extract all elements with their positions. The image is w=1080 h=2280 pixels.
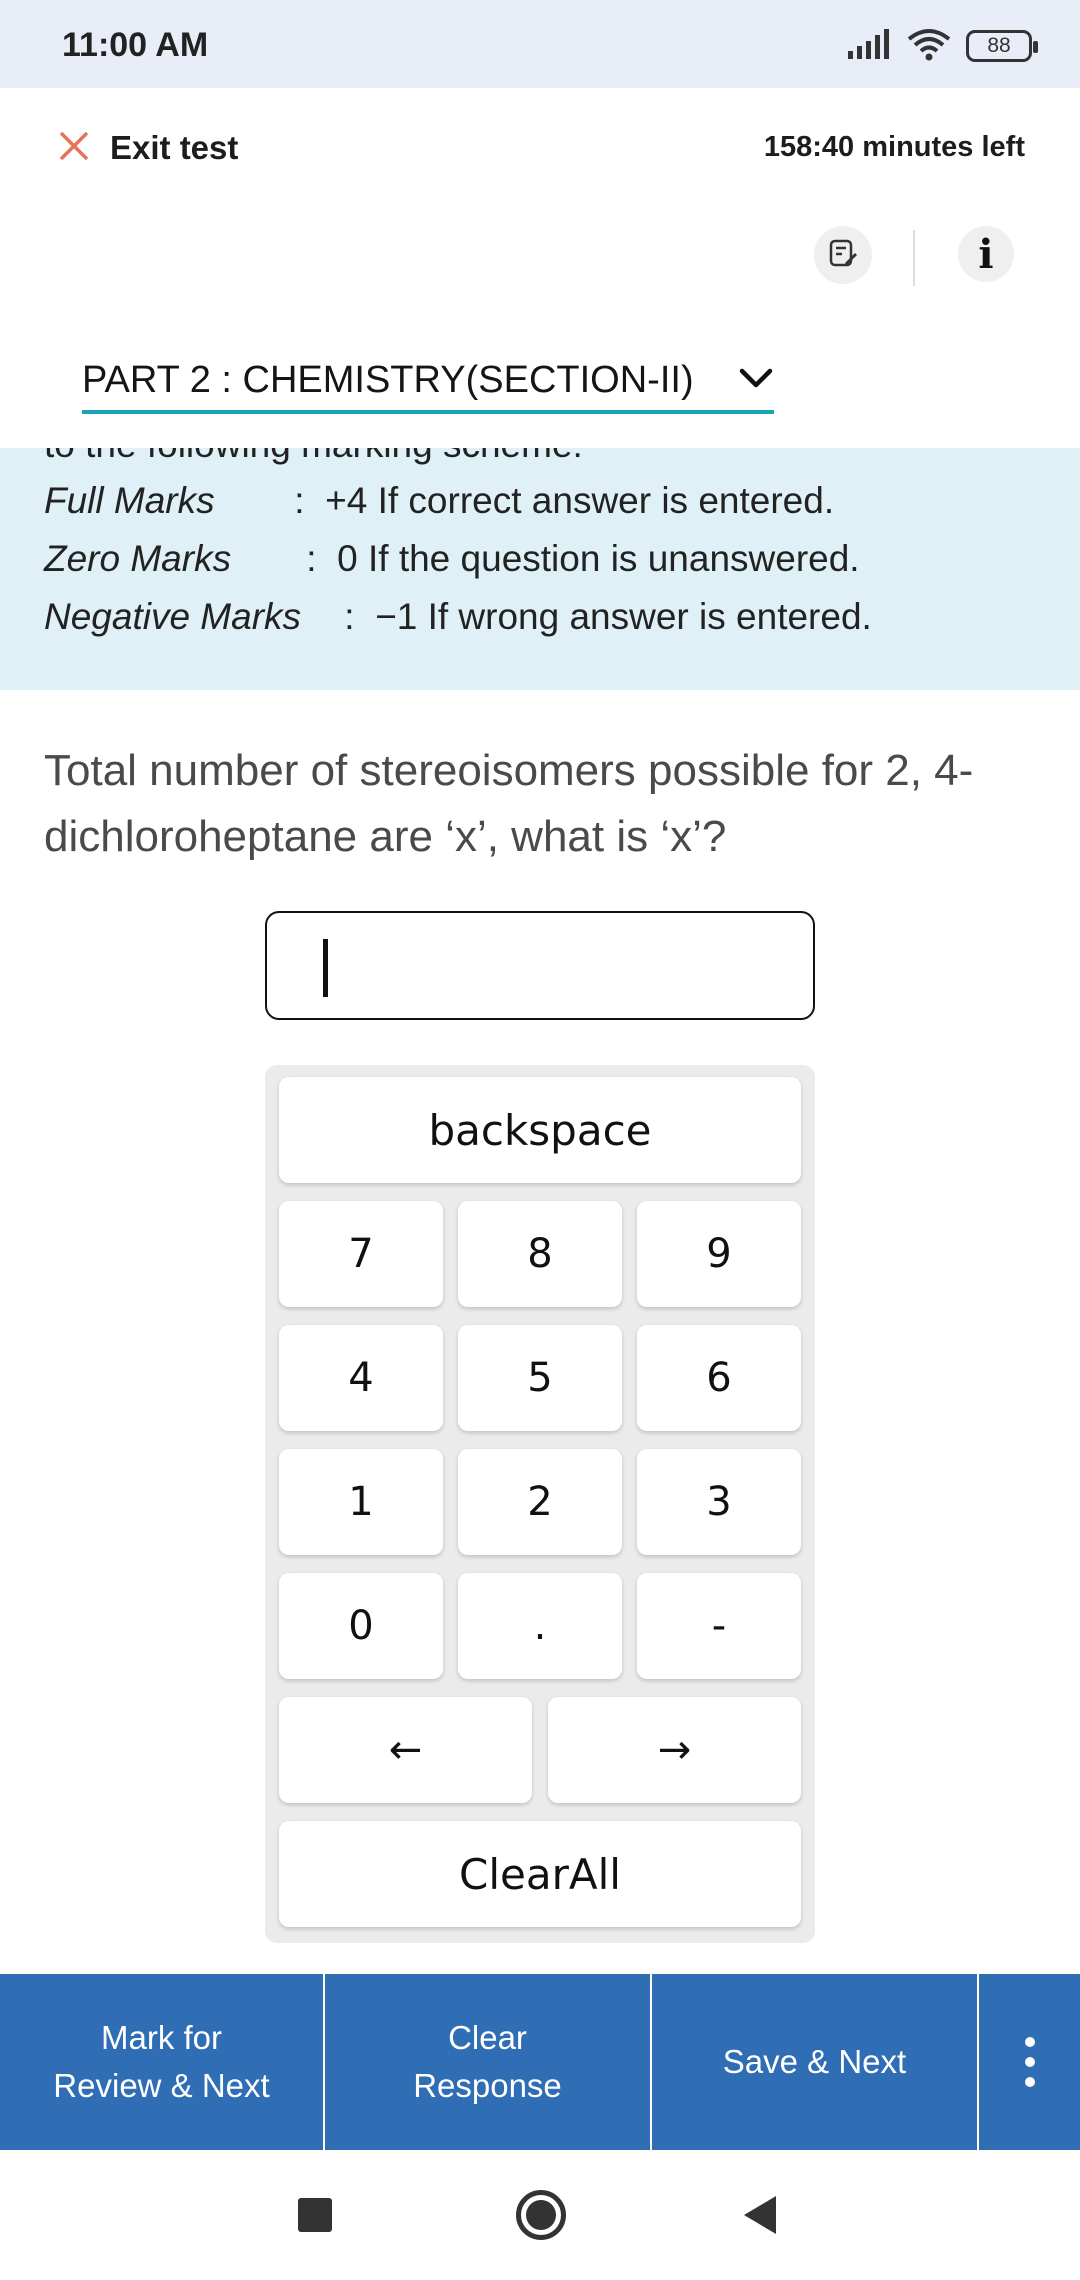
test-header: Exit test 158:40 minutes left i PART 2 :… <box>0 88 1080 448</box>
exit-test-label: Exit test <box>110 129 239 166</box>
cursor-left-key[interactable]: ← <box>279 1697 532 1803</box>
info-icon: i <box>978 230 994 278</box>
key-1[interactable]: 1 <box>279 1449 443 1555</box>
chevron-down-icon <box>738 366 774 395</box>
section-label: PART 2 : CHEMISTRY(SECTION-II) <box>82 358 694 401</box>
notes-button[interactable] <box>814 226 872 284</box>
action-bar: Mark for Review & Next Clear Response Sa… <box>0 1974 1080 2150</box>
note-edit-icon <box>828 238 858 273</box>
key-9[interactable]: 9 <box>637 1201 801 1307</box>
more-vertical-icon <box>1024 2037 1035 2047</box>
key-3[interactable]: 3 <box>637 1449 801 1555</box>
zero-marks-text: 0 If the question is unanswered. <box>337 538 860 579</box>
negative-marks-row: Negative Marks : −1 If wrong answer is e… <box>44 596 872 638</box>
backspace-key[interactable]: backspace <box>279 1077 801 1183</box>
key-0[interactable]: 0 <box>279 1573 443 1679</box>
text-cursor <box>323 939 328 997</box>
marking-scheme: to the following marking scheme: Full Ma… <box>0 448 1080 690</box>
key-6[interactable]: 6 <box>637 1325 801 1431</box>
system-nav-bar <box>0 2150 1080 2280</box>
key-7[interactable]: 7 <box>279 1201 443 1307</box>
mark-review-line1: Mark for <box>100 2019 222 2056</box>
clear-all-key[interactable]: ClearAll <box>279 1821 801 1927</box>
exit-test-button[interactable]: Exit test <box>58 120 238 176</box>
instructions-cut-line: to the following marking scheme: <box>44 448 583 466</box>
close-icon <box>58 130 90 167</box>
status-icons: 88 <box>848 26 1038 66</box>
clear-line1: Clear <box>448 2019 527 2056</box>
save-next-button[interactable]: Save & Next <box>652 1974 979 2150</box>
signal-icon <box>848 28 892 64</box>
wifi-icon <box>906 27 952 66</box>
key-minus[interactable]: - <box>637 1573 801 1679</box>
section-selector[interactable]: PART 2 : CHEMISTRY(SECTION-II) <box>82 350 774 414</box>
zero-marks-sep: : <box>306 538 317 579</box>
full-marks-text: +4 If correct answer is entered. <box>325 480 835 521</box>
mark-for-review-button[interactable]: Mark for Review & Next <box>0 1974 325 2150</box>
header-divider <box>913 230 915 286</box>
save-next-label: Save & Next <box>722 2043 907 2080</box>
home-icon[interactable] <box>516 2190 566 2240</box>
mark-review-line2: Review & Next <box>53 2067 270 2104</box>
clear-line2: Response <box>413 2067 562 2104</box>
battery-icon: 88 <box>966 30 1038 62</box>
key-5[interactable]: 5 <box>458 1325 622 1431</box>
answer-input[interactable] <box>265 911 815 1020</box>
zero-marks-label: Zero Marks <box>44 538 232 579</box>
full-marks-sep: : <box>294 480 305 521</box>
numeric-keypad: backspace 7 8 9 4 5 6 1 2 3 0 . - ← → Cl… <box>265 1065 815 1943</box>
negative-marks-text: −1 If wrong answer is entered. <box>375 596 872 637</box>
recents-icon[interactable] <box>298 2198 332 2232</box>
negative-marks-sep: : <box>344 596 355 637</box>
key-2[interactable]: 2 <box>458 1449 622 1555</box>
zero-marks-row: Zero Marks : 0 If the question is unansw… <box>44 538 860 580</box>
full-marks-row: Full Marks : +4 If correct answer is ent… <box>44 480 834 522</box>
key-4[interactable]: 4 <box>279 1325 443 1431</box>
status-bar: 11:00 AM 88 <box>0 0 1080 88</box>
clear-response-button[interactable]: Clear Response <box>325 1974 652 2150</box>
question-text: Total number of stereoisomers possible f… <box>44 746 974 861</box>
full-marks-label: Full Marks <box>44 480 215 521</box>
key-decimal[interactable]: . <box>458 1573 622 1679</box>
key-8[interactable]: 8 <box>458 1201 622 1307</box>
cursor-right-key[interactable]: → <box>548 1697 801 1803</box>
time-remaining: 158:40 minutes left <box>763 131 1025 163</box>
more-options-button[interactable] <box>979 1974 1080 2150</box>
negative-marks-label: Negative Marks <box>44 596 302 637</box>
status-time: 11:00 AM <box>62 26 209 64</box>
info-button[interactable]: i <box>958 226 1014 282</box>
back-icon[interactable] <box>744 2196 776 2234</box>
